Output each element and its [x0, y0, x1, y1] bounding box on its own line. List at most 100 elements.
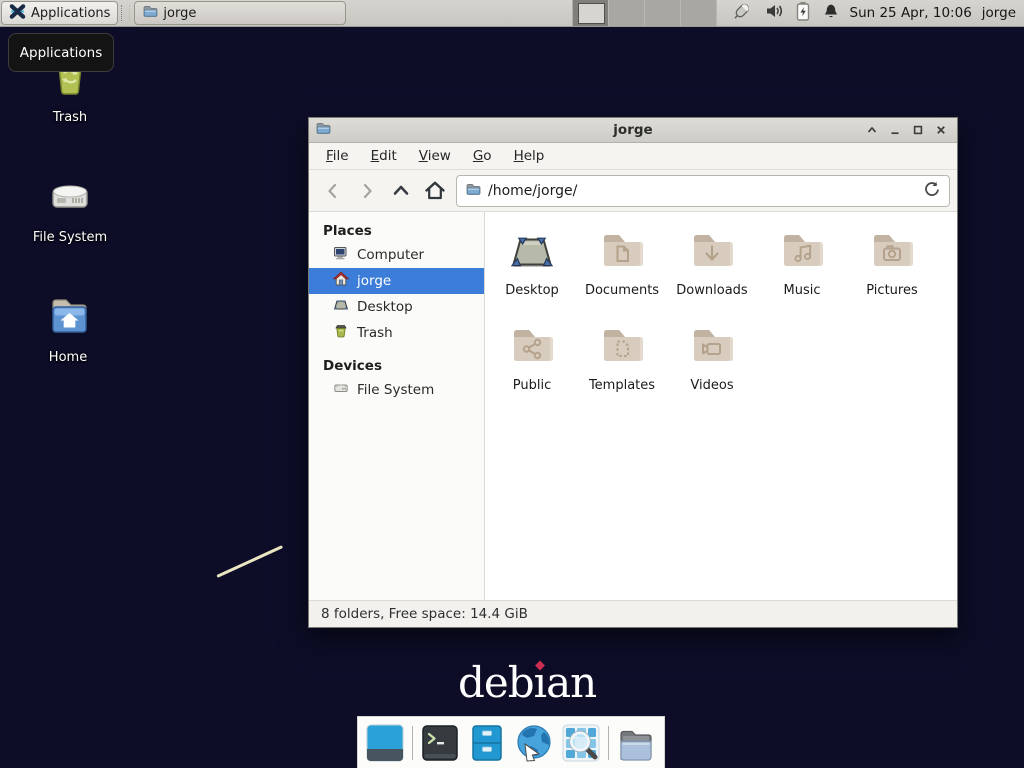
sidebar-item-label: Computer [357, 247, 424, 263]
folder-item-downloads[interactable]: Downloads [667, 226, 757, 321]
mouse-icon[interactable] [731, 0, 753, 26]
folder-icon [688, 226, 736, 278]
menu-view[interactable]: View [408, 144, 462, 168]
harddrive-icon [333, 380, 349, 400]
bell-icon[interactable] [822, 2, 840, 25]
menu-file[interactable]: File [315, 144, 360, 168]
folder-icon [868, 226, 916, 278]
shade-button[interactable] [865, 123, 879, 137]
web-browser-icon[interactable] [514, 723, 554, 763]
folder-label: Public [513, 378, 551, 393]
applications-button[interactable]: Applications [1, 1, 118, 25]
sidebar-item-label: Desktop [357, 299, 413, 315]
folder-item-pictures[interactable]: Pictures [847, 226, 937, 321]
menubar: File Edit View Go Help [309, 143, 957, 170]
path-entry[interactable]: /home/jorge/ [456, 175, 950, 207]
menu-help[interactable]: Help [503, 144, 556, 168]
folder-item-desktop[interactable]: Desktop [487, 226, 577, 321]
minimize-button[interactable] [888, 123, 902, 137]
workspace-3[interactable] [645, 0, 681, 26]
applications-button-label: Applications [31, 6, 110, 21]
sidebar-item-jorge[interactable]: jorge [309, 268, 484, 294]
path-value[interactable]: /home/jorge/ [488, 183, 923, 199]
folder-label: Pictures [866, 283, 917, 298]
menu-edit[interactable]: Edit [360, 144, 408, 168]
folder-icon [778, 226, 826, 278]
debian-logo-text: an [546, 658, 596, 707]
desktop-icon [333, 297, 349, 317]
sidebar-item-label: File System [357, 382, 434, 398]
desktop-special-icon [508, 226, 556, 278]
file-cabinet-icon[interactable] [467, 723, 507, 763]
folder-label: Videos [690, 378, 733, 393]
home-button[interactable] [418, 176, 452, 206]
window-title: jorge [309, 122, 957, 138]
taskbar-window-button[interactable]: jorge [134, 1, 346, 25]
top-panel: Applications jorge [0, 0, 1024, 27]
folder-item-documents[interactable]: Documents [577, 226, 667, 321]
file-view[interactable]: Desktop Documents [485, 212, 957, 600]
show-desktop-icon[interactable] [365, 723, 405, 763]
debian-logo-text: deb [458, 658, 534, 707]
statusbar: 8 folders, Free space: 14.4 GiB [309, 600, 957, 627]
workspace-2[interactable] [609, 0, 645, 26]
taskbar-window-label: jorge [163, 6, 196, 21]
tooltip-text: Applications [20, 45, 102, 61]
workspace-1[interactable] [573, 0, 609, 26]
volume-icon[interactable] [764, 1, 784, 25]
folder-icon [688, 321, 736, 373]
dock-separator [412, 726, 413, 760]
terminal-icon[interactable] [420, 723, 460, 763]
dock [357, 716, 665, 768]
applications-tooltip: Applications [8, 33, 114, 72]
folder-label: Music [784, 283, 821, 298]
back-button[interactable] [316, 176, 350, 206]
desktop-icon-label: Trash [53, 110, 87, 125]
computer-icon [333, 245, 349, 265]
folder-item-music[interactable]: Music [757, 226, 847, 321]
sidebar-item-computer[interactable]: Computer [309, 242, 484, 268]
folder-icon [598, 226, 646, 278]
xfce-applications-icon [9, 3, 26, 24]
reload-icon[interactable] [923, 180, 941, 202]
debian-logo: debıan [458, 658, 596, 707]
application-finder-icon[interactable] [561, 723, 601, 763]
titlebar[interactable]: jorge [309, 118, 957, 143]
sidebar-item-trash[interactable]: Trash [309, 320, 484, 346]
folder-icon[interactable] [616, 723, 656, 763]
folder-label: Downloads [676, 283, 747, 298]
sidebar-item-filesystem[interactable]: File System [309, 377, 484, 403]
home-folder-icon [44, 292, 92, 344]
home-icon [333, 271, 349, 291]
desktop-icon-label: Home [49, 350, 87, 365]
folder-item-templates[interactable]: Templates [577, 321, 667, 416]
dock-separator [608, 726, 609, 760]
folder-icon [465, 181, 481, 201]
desktop-icon-home[interactable]: Home [20, 292, 116, 365]
forward-button[interactable] [350, 176, 384, 206]
desktop-icon-filesystem[interactable]: File System [22, 172, 118, 245]
folder-label: Documents [585, 283, 659, 298]
workspace-window-miniature [578, 3, 605, 24]
sidebar: Places Computer [309, 212, 485, 600]
panel-drag-handle[interactable] [121, 5, 130, 21]
devices-header: Devices [309, 355, 484, 377]
folder-label: Desktop [505, 283, 559, 298]
panel-username[interactable]: jorge [982, 5, 1016, 21]
panel-clock[interactable]: Sun 25 Apr, 10:06 [850, 5, 972, 21]
sidebar-item-desktop[interactable]: Desktop [309, 294, 484, 320]
menu-go[interactable]: Go [462, 144, 503, 168]
up-button[interactable] [384, 176, 418, 206]
folder-item-videos[interactable]: Videos [667, 321, 757, 416]
harddrive-icon [46, 172, 94, 224]
folder-label: Templates [589, 378, 655, 393]
trash-icon [333, 323, 349, 343]
file-manager-window: jorge File Edit View Go Help [308, 117, 958, 628]
maximize-button[interactable] [911, 123, 925, 137]
battery-icon[interactable] [795, 1, 811, 26]
folder-item-public[interactable]: Public [487, 321, 577, 416]
desktop-icon-label: File System [33, 230, 107, 245]
workspace-4[interactable] [681, 0, 717, 26]
close-button[interactable] [934, 123, 948, 137]
workspace-switcher[interactable] [572, 0, 717, 26]
